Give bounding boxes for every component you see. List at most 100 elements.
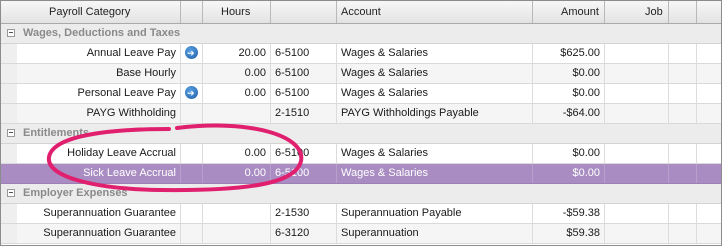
- extra-cell: [697, 84, 721, 103]
- drilldown-cell: [181, 64, 203, 83]
- hours-cell[interactable]: 0.00: [203, 164, 271, 183]
- payroll-category-cell: PAYG Withholding: [1, 104, 181, 123]
- hours-cell[interactable]: 0.00: [203, 64, 271, 83]
- job-cell[interactable]: [605, 64, 669, 83]
- account-name-cell: Wages & Salaries: [337, 164, 533, 183]
- group-header[interactable]: Entitlements: [1, 124, 721, 144]
- table-row[interactable]: Holiday Leave Accrual 0.00 6-5100 Wages & S…: [1, 144, 721, 164]
- account-name-cell: Wages & Salaries: [337, 84, 533, 103]
- account-name-cell: PAYG Withholdings Payable: [337, 104, 533, 123]
- hours-cell[interactable]: [203, 104, 271, 123]
- job-cell[interactable]: [605, 44, 669, 63]
- drilldown-cell: [181, 224, 203, 243]
- drilldown-cell: [181, 144, 203, 163]
- account-name-cell: Wages & Salaries: [337, 144, 533, 163]
- amount-cell[interactable]: $0.00: [533, 84, 605, 103]
- payroll-category-cell: Holiday Leave Accrual: [1, 144, 181, 163]
- table-row[interactable]: Superannuation Guarantee 2-1530 Superannua…: [1, 204, 721, 224]
- account-name-cell: Wages & Salaries: [337, 44, 533, 63]
- column-header-account-code: [271, 1, 337, 23]
- amount-cell[interactable]: -$64.00: [533, 104, 605, 123]
- extra-cell: [697, 144, 721, 163]
- column-header-account[interactable]: Account: [337, 1, 533, 23]
- hours-cell[interactable]: [203, 224, 271, 243]
- account-code-cell[interactable]: 6-3120: [271, 224, 337, 243]
- payroll-category-cell: Superannuation Guarantee: [1, 204, 181, 223]
- table-row[interactable]: Annual Leave Pay 20.006-5100Wages & Salar…: [1, 44, 721, 64]
- hours-cell[interactable]: 0.00: [203, 84, 271, 103]
- group-title: Entitlements: [23, 127, 90, 139]
- column-header-amount[interactable]: Amount: [533, 1, 605, 23]
- extra-cell: [669, 164, 697, 183]
- amount-cell[interactable]: $0.00: [533, 64, 605, 83]
- group-title: Wages, Deductions and Taxes: [23, 27, 181, 39]
- hours-cell[interactable]: 0.00: [203, 144, 271, 163]
- collapse-toggle-icon[interactable]: [7, 29, 15, 37]
- amount-cell[interactable]: $0.00: [533, 164, 605, 183]
- job-cell[interactable]: [605, 84, 669, 103]
- drilldown-cell: [181, 44, 203, 63]
- job-cell[interactable]: [605, 144, 669, 163]
- drilldown-cell: [181, 164, 203, 183]
- account-code-cell[interactable]: 2-1510: [271, 104, 337, 123]
- arrow-right-circle-icon[interactable]: [185, 44, 198, 63]
- extra-cell: [669, 144, 697, 163]
- column-header-extra-1: [669, 1, 697, 23]
- account-code-cell[interactable]: 2-1530: [271, 204, 337, 223]
- table-row[interactable]: Base Hourly 0.00 6-5100 Wages & Salaries $0.…: [1, 64, 721, 84]
- table-row[interactable]: Personal Leave Pay 0.006-5100Wages & Sala…: [1, 84, 721, 104]
- table-row[interactable]: Sick Leave Accrual 0.00 6-5100 Wages & Sala…: [1, 164, 721, 184]
- account-name-cell: Wages & Salaries: [337, 64, 533, 83]
- account-code-cell[interactable]: 6-5100: [271, 64, 337, 83]
- group-header[interactable]: Wages, Deductions and Taxes: [1, 24, 721, 44]
- arrow-right-circle-icon[interactable]: [185, 84, 198, 103]
- table-row[interactable]: Superannuation Guarantee 6-3120 Superannua…: [1, 224, 721, 244]
- extra-cell: [669, 84, 697, 103]
- extra-cell: [697, 44, 721, 63]
- extra-cell: [697, 204, 721, 223]
- payroll-category-cell: Annual Leave Pay: [1, 44, 181, 63]
- hours-cell[interactable]: [203, 204, 271, 223]
- job-cell[interactable]: [605, 164, 669, 183]
- amount-cell[interactable]: $0.00: [533, 144, 605, 163]
- payroll-category-cell: Personal Leave Pay: [1, 84, 181, 103]
- column-header-extra-2: [697, 1, 721, 23]
- extra-cell: [669, 64, 697, 83]
- hours-cell[interactable]: 20.00: [203, 44, 271, 63]
- account-name-cell: Superannuation Payable: [337, 204, 533, 223]
- extra-cell: [669, 104, 697, 123]
- column-header-payroll-category[interactable]: Payroll Category: [1, 1, 181, 23]
- extra-cell: [697, 164, 721, 183]
- payroll-category-cell: Base Hourly: [1, 64, 181, 83]
- job-cell[interactable]: [605, 224, 669, 243]
- job-cell[interactable]: [605, 104, 669, 123]
- payroll-category-cell: Superannuation Guarantee: [1, 224, 181, 243]
- account-code-cell[interactable]: 6-5100: [271, 44, 337, 63]
- group-header[interactable]: Employer Expenses: [1, 184, 721, 204]
- drilldown-cell: [181, 84, 203, 103]
- extra-cell: [697, 64, 721, 83]
- extra-cell: [669, 224, 697, 243]
- amount-cell[interactable]: $59.38: [533, 224, 605, 243]
- amount-cell[interactable]: -$59.38: [533, 204, 605, 223]
- amount-cell[interactable]: $625.00: [533, 44, 605, 63]
- payroll-category-cell: Sick Leave Accrual: [1, 164, 181, 183]
- table-header: Payroll Category Hours Account Amount Jo…: [1, 1, 721, 24]
- extra-cell: [697, 224, 721, 243]
- extra-cell: [669, 44, 697, 63]
- account-name-cell: Superannuation: [337, 224, 533, 243]
- column-header-arrow: [181, 1, 203, 23]
- column-header-job[interactable]: Job: [605, 1, 669, 23]
- payroll-table: Payroll Category Hours Account Amount Jo…: [0, 0, 722, 246]
- drilldown-cell: [181, 204, 203, 223]
- table-row[interactable]: PAYG Withholding 2-1510 PAYG Withholdings …: [1, 104, 721, 124]
- extra-cell: [697, 104, 721, 123]
- collapse-toggle-icon[interactable]: [7, 189, 15, 197]
- account-code-cell[interactable]: 6-5100: [271, 144, 337, 163]
- group-title: Employer Expenses: [23, 187, 128, 199]
- collapse-toggle-icon[interactable]: [7, 129, 15, 137]
- account-code-cell[interactable]: 6-5100: [271, 84, 337, 103]
- job-cell[interactable]: [605, 204, 669, 223]
- account-code-cell[interactable]: 6-5100: [271, 164, 337, 183]
- column-header-hours[interactable]: Hours: [203, 1, 271, 23]
